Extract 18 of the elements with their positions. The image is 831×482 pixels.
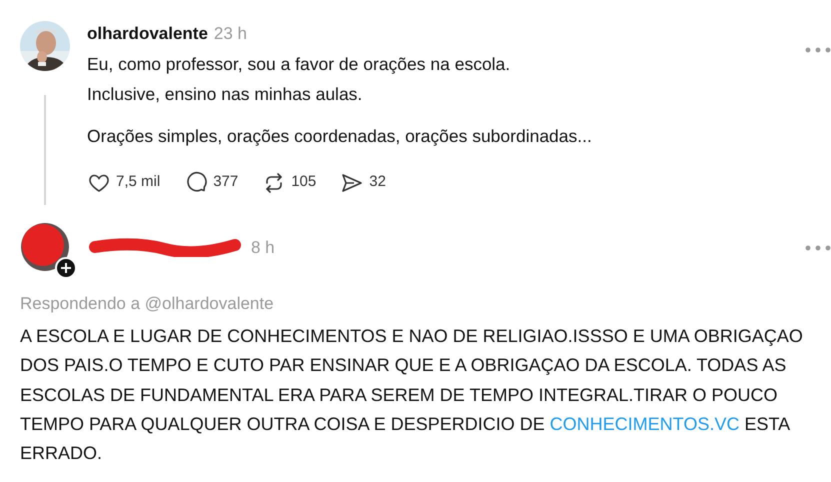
more-icon — [805, 47, 831, 53]
avatar[interactable] — [21, 222, 69, 270]
more-button[interactable] — [805, 47, 831, 53]
more-button[interactable] — [805, 244, 831, 250]
reply-text: A ESCOLA E LUGAR DE CONHECIMENTOS E NAO DE RELIGIAO.ISSSO E UMA OBRIGAÇAO DOS PAIS.O TEMPO E CUTO PAR ENSINAR QUE E A OBRIGAÇAO DA ESCOLA. TODAS AS ESCOLAS DE FUNDAMENTAL ERA PARA SEREM DE TEMPO INTEGRAL.TIRAR O POUCO TEMPO PARA QUALQUER OUTRA COISA E DESPERDICIO DE CONHECIMENTOS.VC ESTA ERRADO. — [19, 325, 804, 466]
comment-icon — [184, 170, 208, 194]
like-button[interactable]: 7,5 mil — [87, 170, 160, 194]
post-text: Orações simples, orações coordenadas, orações subordinadas... — [87, 124, 593, 148]
reply-context: Respondendo a @olhardovalente — [19, 292, 275, 314]
more-icon — [805, 244, 831, 250]
comment-button[interactable]: 377 — [184, 170, 238, 194]
share-button[interactable]: 32 — [340, 170, 386, 194]
follow-icon[interactable] — [55, 256, 77, 278]
username[interactable]: olhardovalente — [87, 21, 208, 46]
post-time: 8 h — [251, 236, 275, 258]
repost-button[interactable]: 105 — [262, 170, 316, 194]
post-time: 23 h — [214, 23, 248, 45]
post-text: Eu, como professor, sou a favor de orações na escola. Inclusive, ensino nas minhas aulas. — [87, 52, 512, 106]
